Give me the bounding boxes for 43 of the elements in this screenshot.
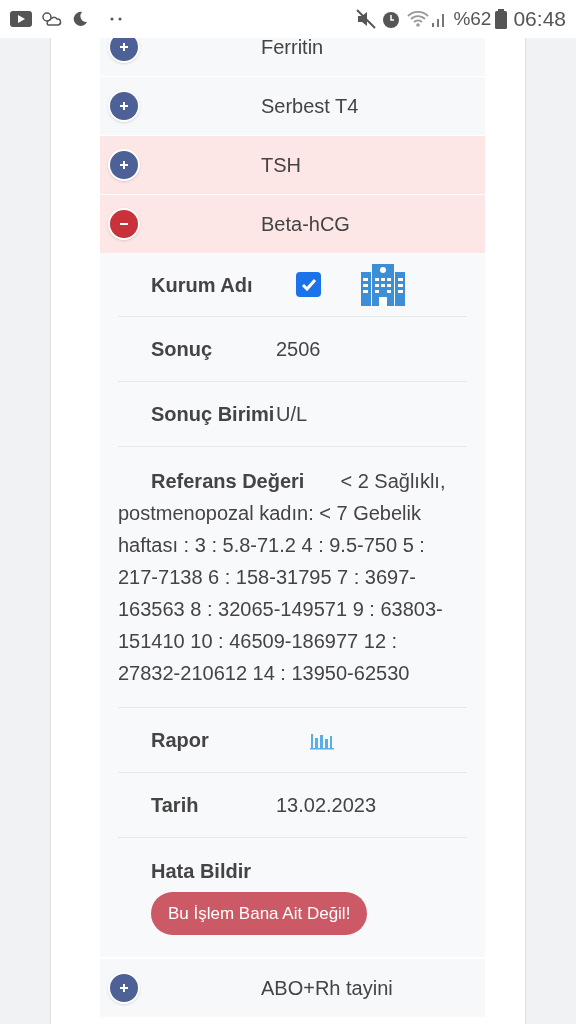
check-icon — [300, 277, 317, 292]
field-label: Sonuç Birimi — [151, 402, 276, 427]
expand-button[interactable] — [108, 149, 140, 181]
field-label: Rapor — [151, 728, 210, 753]
expand-button[interactable] — [108, 38, 140, 63]
test-name: Ferritin — [261, 38, 324, 60]
test-row[interactable]: Ferritin — [100, 38, 485, 76]
checkbox[interactable] — [296, 272, 321, 297]
plus-icon — [119, 160, 129, 170]
test-name: ABO+Rh tayini — [261, 976, 393, 1001]
collapse-button[interactable] — [108, 208, 140, 240]
plus-icon — [119, 983, 129, 993]
mute-icon — [356, 9, 377, 29]
dots-icon — [110, 17, 122, 21]
reference-text: Referans Değeri < 2 Sağlıklı, postmenopozal kadın: < 7 Gebelik haftası : 3 : 5.8-71.2 4 : 9.5-750 5 : 217-7138 6 : 158-31795 7 : 3697-163563 8 : 32065-149571 9 : 63803-151410 10 : 46509-186977 12 : 27832-210612 14 : 13950-62530 — [118, 469, 447, 686]
moon-icon — [72, 11, 88, 27]
clock-time: 06:48 — [513, 6, 566, 33]
test-row[interactable]: ABO+Rh tayini — [100, 958, 485, 1017]
not-mine-button[interactable]: Bu İşlem Bana Ait Değil! — [151, 892, 368, 935]
field-label: Hata Bildir — [151, 859, 253, 884]
battery-icon — [495, 9, 508, 29]
video-icon — [10, 11, 32, 27]
field-label: Kurum Adı — [151, 272, 254, 298]
hospital-icon — [361, 263, 405, 306]
test-row[interactable]: Serbest T4 — [100, 76, 485, 135]
weather-icon — [40, 10, 62, 28]
field-value: 13.02.2023 — [276, 793, 377, 818]
field-value: 2506 — [276, 337, 321, 362]
battery-level: %62 — [453, 6, 492, 31]
test-row[interactable]: Beta-hCG — [100, 194, 485, 253]
test-name: TSH — [261, 153, 301, 178]
field-label: Sonuç — [151, 337, 214, 362]
plus-icon — [119, 101, 129, 111]
test-name: Beta-hCG — [261, 212, 350, 237]
alarm-icon — [381, 9, 402, 29]
field-value: U/L — [276, 402, 308, 427]
test-name: Serbest T4 — [261, 94, 359, 119]
test-row[interactable]: TSH — [100, 135, 485, 194]
plus-icon — [119, 41, 129, 52]
expand-button[interactable] — [108, 972, 140, 1004]
field-label: Tarih — [151, 793, 200, 818]
expand-button[interactable] — [108, 90, 140, 122]
wifi-icon — [407, 10, 430, 28]
